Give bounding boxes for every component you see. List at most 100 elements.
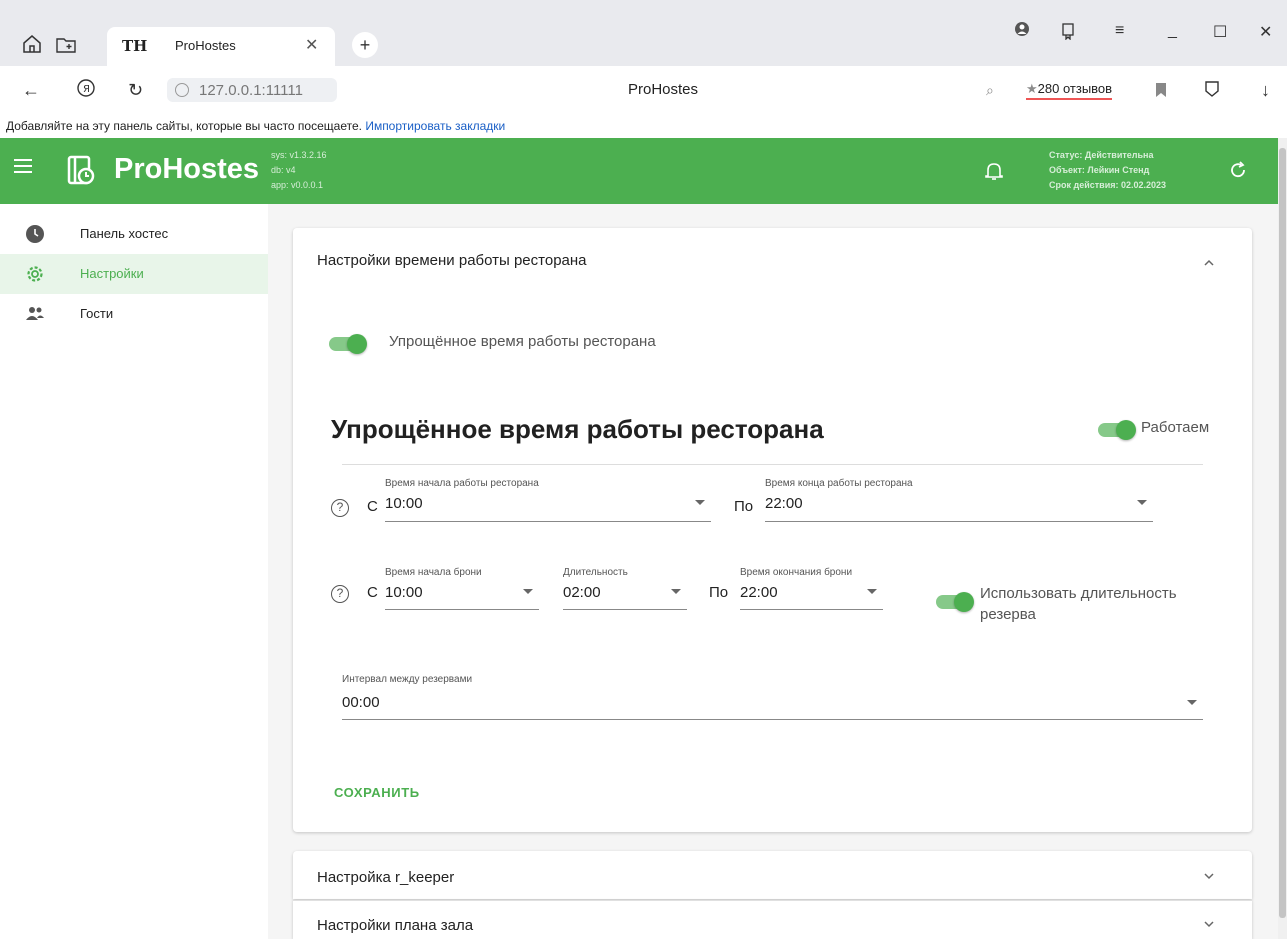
refresh-license-icon[interactable] <box>1228 160 1248 180</box>
gear-icon <box>25 264 45 284</box>
menu-icon[interactable]: ≡ <box>1115 22 1124 40</box>
sidebar: Панель хостес Настройки Гости <box>0 204 268 939</box>
license-status: Статус: Действительна Объект: Лейкин Сте… <box>1049 148 1166 193</box>
booking-start-select[interactable]: Время начала брони 10:00 <box>385 567 539 610</box>
field-label: Время конца работы ресторана <box>765 478 913 489</box>
chevron-down-icon[interactable] <box>1203 869 1215 881</box>
import-bookmarks-link[interactable]: Импортировать закладки <box>365 119 505 133</box>
field-label: Длительность <box>563 567 628 578</box>
hall-plan-panel[interactable]: Настройки плана зала <box>293 900 1252 939</box>
profile-icon[interactable] <box>1014 20 1030 43</box>
bookmarks-hint: Добавляйте на эту панель сайты, которые … <box>6 119 362 133</box>
hamburger-icon[interactable] <box>14 159 32 173</box>
app-header: ProHostes sys: v1.3.2.16 db: v4 app: v0.… <box>0 138 1278 204</box>
duration-select[interactable]: Длительность 02:00 <box>563 567 687 610</box>
working-label: Работаем <box>1141 419 1210 436</box>
clock-icon <box>25 224 45 244</box>
to-label: По <box>734 498 754 515</box>
sidebar-item-guests[interactable]: Гости <box>0 294 268 334</box>
panel-header[interactable]: Настройки времени работы ресторана <box>317 252 587 269</box>
field-value: 02:00 <box>563 584 601 601</box>
minimize-icon[interactable]: _ <box>1168 22 1177 40</box>
expiry-text: Срок действия: 02.02.2023 <box>1049 180 1167 190</box>
field-value: 10:00 <box>385 495 423 512</box>
version-db: db: v4 <box>271 165 296 175</box>
field-value: 22:00 <box>740 584 778 601</box>
reviews-count: 280 отзывов <box>1037 81 1113 96</box>
bookmark-icon[interactable] <box>1155 82 1167 103</box>
sidebar-item-label: Гости <box>80 306 114 321</box>
dropdown-arrow-icon <box>1187 700 1197 705</box>
divider <box>342 464 1203 465</box>
maximize-icon[interactable]: ☐ <box>1213 22 1227 42</box>
reload-icon[interactable]: ↻ <box>128 80 143 101</box>
field-label: Время начала работы ресторана <box>385 478 539 489</box>
bell-icon[interactable] <box>984 160 1004 182</box>
collections-icon[interactable] <box>1060 22 1076 45</box>
protect-icon[interactable] <box>1203 80 1221 103</box>
help-icon[interactable]: ? <box>331 585 349 603</box>
bookmarks-bar: Добавляйте на эту панель сайты, которые … <box>0 116 1287 138</box>
object-text: Объект: Лейкин Стенд <box>1049 165 1150 175</box>
status-text: Статус: Действительна <box>1049 150 1154 160</box>
panel-header: Настройка r_keeper <box>317 869 455 886</box>
version-sys: sys: v1.3.2.16 <box>271 150 327 160</box>
close-tab-icon[interactable]: ✕ <box>305 35 318 55</box>
dropdown-arrow-icon <box>695 500 705 505</box>
section-heading: Упрощённое время работы ресторана <box>331 414 824 444</box>
scrollbar-thumb[interactable] <box>1279 148 1286 918</box>
help-icon[interactable]: ? <box>331 499 349 517</box>
panel-header: Настройки плана зала <box>317 917 474 934</box>
dropdown-arrow-icon <box>867 589 877 594</box>
from-label: С <box>367 584 378 601</box>
browser-tab[interactable]: TН ProHostes ✕ <box>107 27 335 66</box>
simplified-hours-toggle[interactable] <box>329 334 367 354</box>
field-label: Время начала брони <box>385 567 482 578</box>
browser-tab-bar: TН ProHostes ✕ + ≡ _ ☐ ✕ <box>0 0 1287 66</box>
site-info-icon[interactable] <box>175 83 189 97</box>
home-icon[interactable] <box>20 32 44 56</box>
tab-title: ProHostes <box>175 38 236 53</box>
sidebar-item-settings[interactable]: Настройки <box>0 254 268 294</box>
use-duration-label: Использовать длительность резерва <box>980 585 1177 623</box>
to-label: По <box>709 584 729 601</box>
field-label: Время окончания брони <box>740 567 853 578</box>
page-scrollbar[interactable] <box>1278 138 1287 939</box>
new-tab-button[interactable]: + <box>352 32 378 58</box>
booking-end-select[interactable]: Время окончания брони 22:00 <box>740 567 883 610</box>
star-icon: ★ <box>1026 81 1038 96</box>
people-icon <box>25 304 45 324</box>
url-text: 127.0.0.1:11111 <box>199 81 303 99</box>
page-title: ProHostes <box>628 81 699 98</box>
sidebar-item-hostess-panel[interactable]: Панель хостес <box>0 214 268 254</box>
url-field[interactable]: 127.0.0.1:11111 <box>167 78 337 102</box>
field-value: 00:00 <box>342 694 380 711</box>
working-toggle[interactable] <box>1098 420 1136 440</box>
rkeeper-panel[interactable]: Настройка r_keeper <box>293 851 1252 899</box>
version-app: app: v0.0.0.1 <box>271 180 324 190</box>
interval-select[interactable]: Интервал между резервами 00:00 <box>342 674 1203 720</box>
back-icon[interactable]: ← <box>22 80 40 101</box>
yandex-icon[interactable]: Я <box>76 78 96 103</box>
version-info: sys: v1.3.2.16 db: v4 app: v0.0.0.1 <box>271 148 327 193</box>
chevron-down-icon[interactable] <box>1203 917 1215 929</box>
download-icon[interactable]: ↓ <box>1261 80 1270 101</box>
logo-icon <box>66 154 96 186</box>
brand-name: ProHostes <box>114 153 260 185</box>
use-duration-toggle[interactable] <box>936 592 974 612</box>
dropdown-arrow-icon <box>671 589 681 594</box>
search-icon[interactable]: ⌕ <box>986 82 994 99</box>
save-button[interactable]: СОХРАНИТЬ <box>334 785 420 800</box>
restaurant-end-select[interactable]: Время конца работы ресторана 22:00 <box>765 478 1153 522</box>
svg-text:Я: Я <box>83 84 90 95</box>
work-hours-panel: Настройки времени работы ресторана Упрощ… <box>293 228 1252 832</box>
window-close-icon[interactable]: ✕ <box>1259 22 1272 42</box>
sidebar-item-label: Настройки <box>80 266 144 281</box>
dropdown-arrow-icon <box>1137 500 1147 505</box>
reviews-link[interactable]: ★280 отзывов <box>1026 81 1113 100</box>
new-group-icon[interactable] <box>54 32 78 56</box>
sidebar-item-label: Панель хостес <box>80 226 169 241</box>
dropdown-arrow-icon <box>523 589 533 594</box>
chevron-up-icon[interactable] <box>1203 256 1215 268</box>
restaurant-start-select[interactable]: Время начала работы ресторана 10:00 <box>385 478 711 522</box>
